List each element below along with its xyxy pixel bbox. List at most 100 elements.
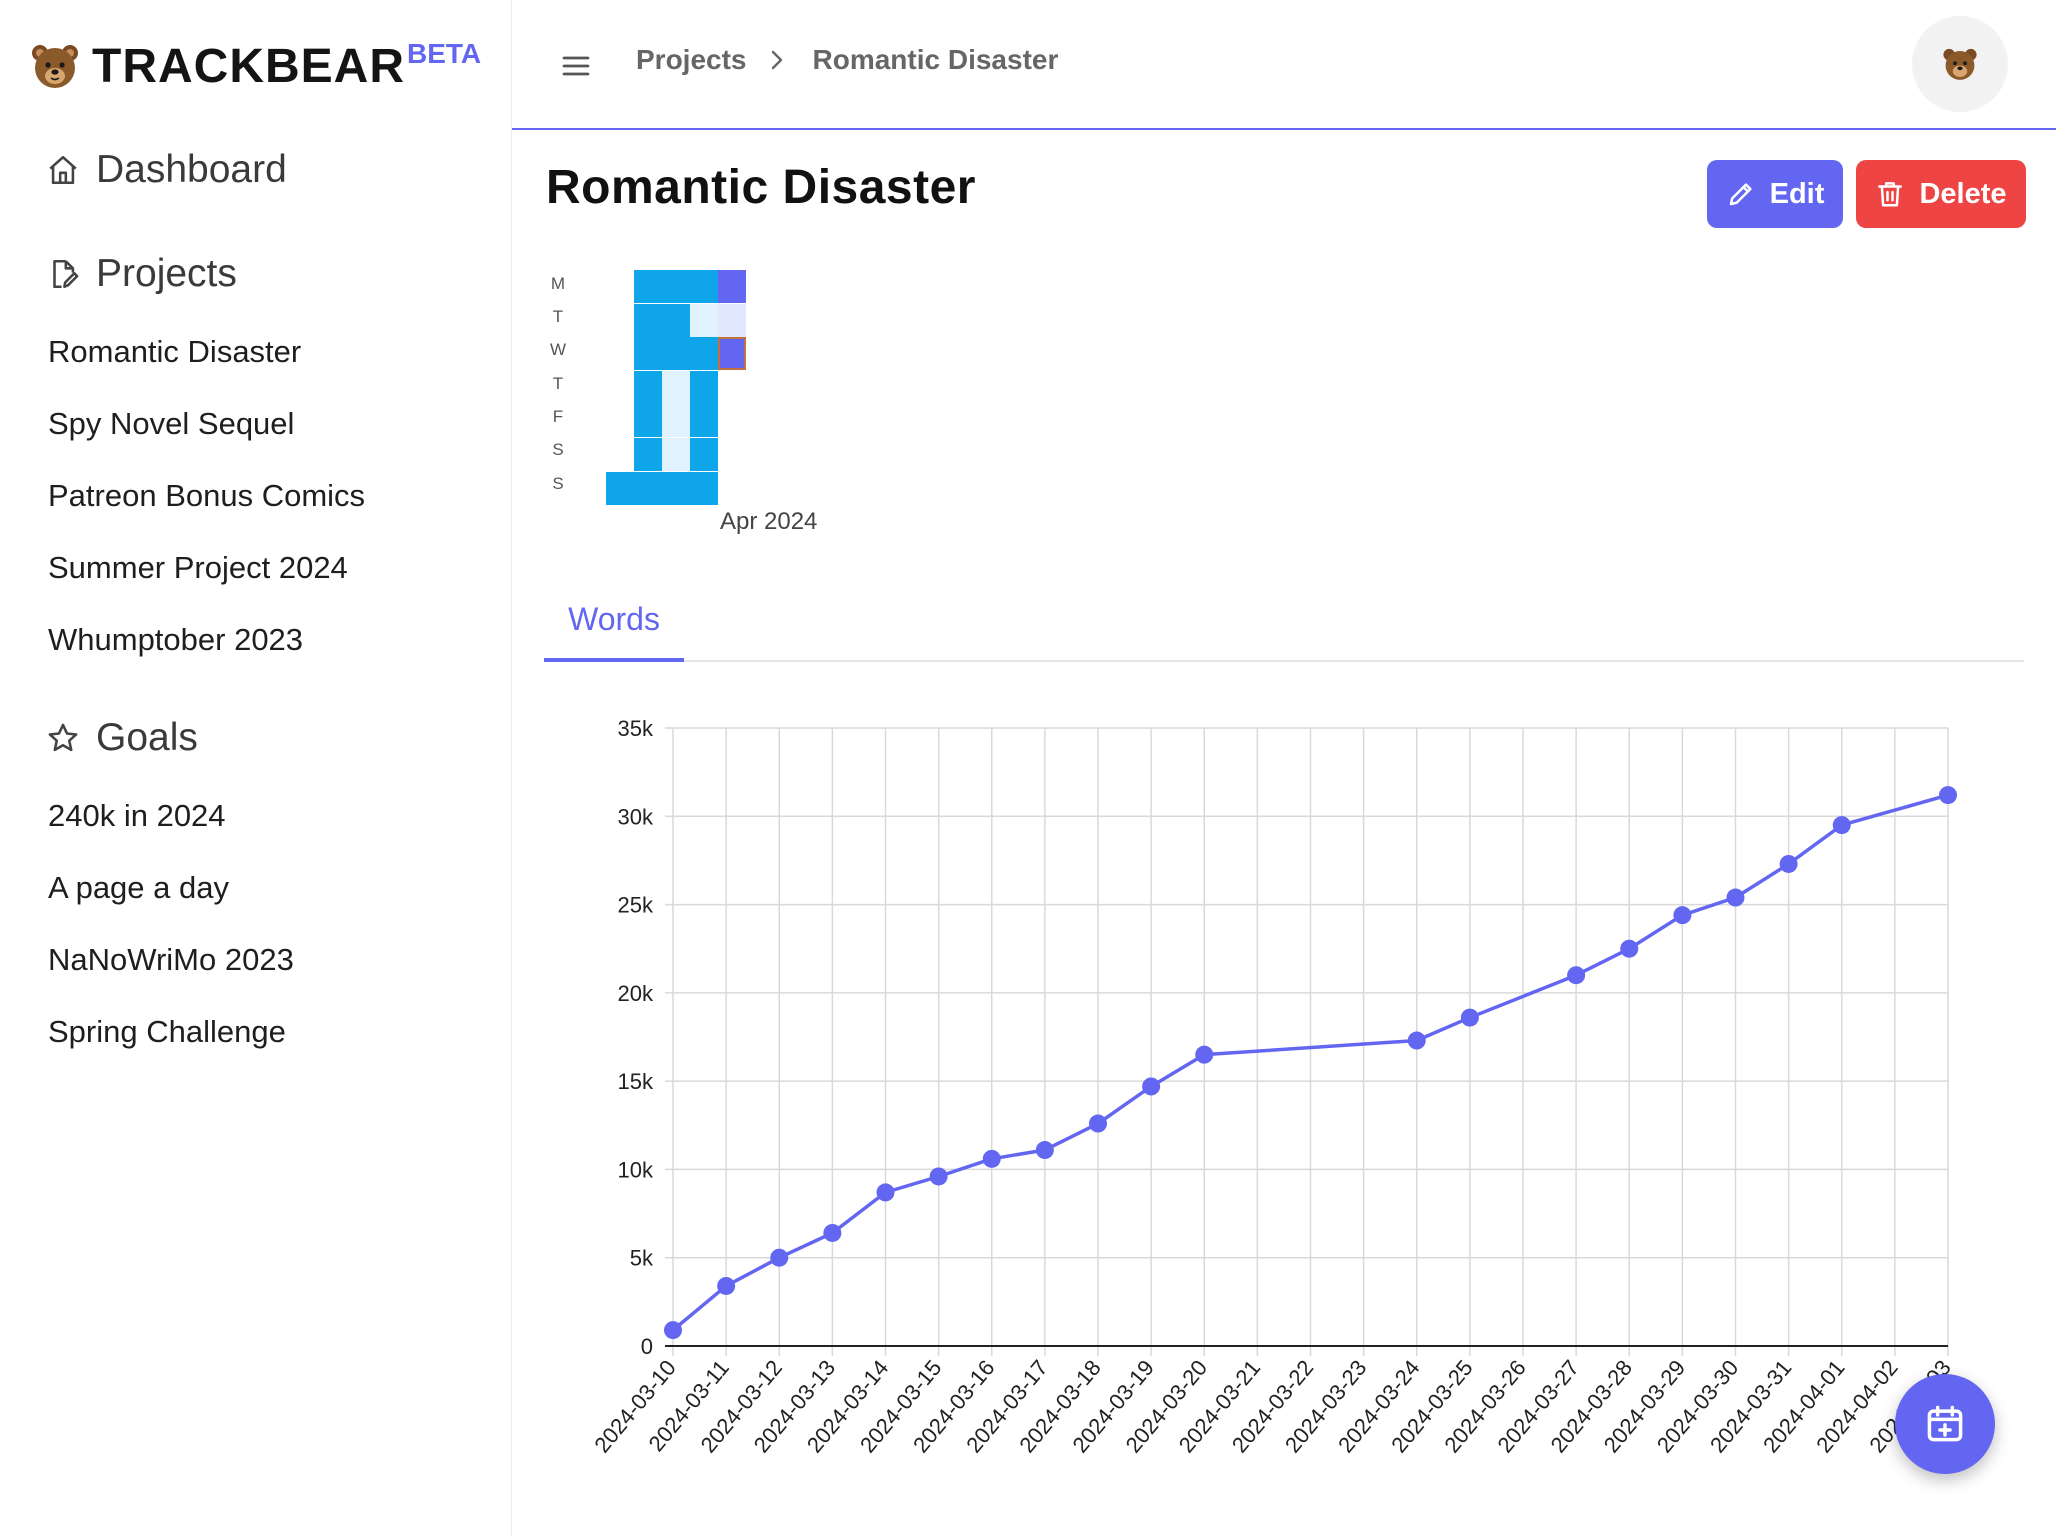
add-entry-button[interactable] [1895,1374,1995,1474]
heatmap-cell[interactable] [718,270,746,303]
data-point [929,1167,948,1186]
data-point [1567,966,1586,985]
nav-projects-label: Projects [96,252,237,295]
heatmap-cell[interactable] [662,404,690,437]
heatmap-day-label: S [552,474,564,493]
heatmap-cell[interactable] [634,438,662,471]
nav-goals-label: Goals [96,716,198,759]
sidebar-item-project[interactable]: Summer Project 2024 [48,550,348,586]
y-tick-label: 35k [618,716,654,741]
avatar[interactable] [1912,16,2008,112]
heatmap-cell[interactable] [662,472,690,505]
calendar-plus-icon [1927,1405,1963,1442]
heatmap-cell[interactable] [634,371,662,404]
heatmap-cell[interactable] [662,337,690,370]
heatmap-cell[interactable] [690,371,718,404]
sidebar-item-goal[interactable]: A page a day [48,870,229,906]
chevron-right-icon [771,50,782,70]
y-tick-label: 15k [618,1069,654,1094]
brand-name: TRACKBEAR [92,39,405,93]
heatmap-cell[interactable] [662,304,690,337]
heatmap-cell[interactable] [690,270,718,303]
breadcrumb: Projects Romantic Disaster [636,44,1058,76]
data-point [1035,1141,1054,1160]
sidebar-item-project[interactable]: Whumptober 2023 [48,622,303,658]
delete-button[interactable]: Delete [1856,160,2026,228]
tab-bar: Words [544,580,2024,662]
data-point [1195,1045,1214,1064]
brand-logo[interactable]: TRACKBEAR BETA [30,36,481,96]
nav-dashboard[interactable]: Dashboard [46,148,287,192]
file-edit-icon [53,259,79,289]
heatmap-cell[interactable] [718,304,746,337]
data-point [982,1149,1001,1168]
y-tick-label: 0 [641,1334,653,1359]
edit-button[interactable]: Edit [1707,160,1843,228]
nav-goals[interactable]: Goals [46,716,198,760]
bear-logo-icon [32,45,78,88]
sidebar-item-goal[interactable]: Spring Challenge [48,1014,286,1050]
heatmap-cell[interactable] [690,304,718,337]
heatmap-cell[interactable] [690,404,718,437]
pencil-icon [1729,183,1752,206]
data-point [770,1248,789,1267]
heatmap-cell[interactable] [634,304,662,337]
data-point [1726,888,1745,907]
data-point [1142,1077,1161,1096]
beta-badge: BETA [406,38,482,69]
page-title: Romantic Disaster [546,161,976,214]
data-point [1620,939,1639,958]
data-point [1460,1008,1479,1027]
heatmap-day-label: M [550,274,566,293]
delete-button-label: Delete [1919,177,2007,210]
heatmap-cell-today[interactable] [718,337,746,370]
bear-avatar-icon [1943,48,1977,80]
y-tick-label: 30k [618,804,654,829]
heatmap-cell[interactable] [690,438,718,471]
heatmap-cell[interactable] [690,337,718,370]
data-point [664,1321,682,1340]
heatmap-cell[interactable] [634,337,662,370]
sidebar-item-project[interactable]: Patreon Bonus Comics [48,478,365,514]
sidebar-item-goal[interactable]: NaNoWriMo 2023 [48,942,294,978]
data-point [1407,1031,1426,1050]
trash-icon [1878,182,1903,207]
tab-words[interactable]: Words [544,580,684,662]
heatmap-day-label: F [552,407,564,426]
data-point [1939,786,1957,805]
data-point [876,1183,895,1202]
heatmap-cell[interactable] [634,270,662,303]
edit-button-label: Edit [1769,177,1825,210]
heatmap-cell[interactable] [662,438,690,471]
sidebar-item-project[interactable]: Spy Novel Sequel [48,406,294,442]
heatmap-cell[interactable] [662,270,690,303]
activity-heatmap: M T W T F S S Apr 2024 [540,264,860,544]
nav-projects[interactable]: Projects [46,252,237,296]
heatmap-cell[interactable] [634,404,662,437]
star-icon [48,723,78,752]
breadcrumb-projects[interactable]: Projects [636,44,747,76]
y-tick-label: 20k [618,981,654,1006]
heatmap-month-label: Apr 2024 [720,508,818,535]
nav-dashboard-label: Dashboard [96,148,287,191]
breadcrumb-current: Romantic Disaster [812,44,1059,75]
heatmap-cell[interactable] [634,472,662,505]
home-icon [49,155,77,185]
heatmap-cell[interactable] [690,472,718,505]
heatmap-day-label: W [549,340,567,359]
heatmap-cell[interactable] [606,472,634,505]
data-point [823,1223,842,1242]
heatmap-day-label: T [552,374,564,393]
data-point [1673,906,1692,925]
sidebar-item-project[interactable]: Romantic Disaster [48,334,301,370]
top-bar: Projects Romantic Disaster [512,0,2056,130]
sidebar-item-goal[interactable]: 240k in 2024 [48,798,226,834]
heatmap-day-label: S [552,440,564,459]
data-point [1089,1114,1107,1133]
heatmap-day-label: T [552,307,564,326]
words-chart: 05k10k15k20k25k30k35k2024-03-102024-03-1… [589,716,1957,1457]
menu-icon[interactable] [560,50,592,82]
data-point [717,1276,736,1295]
heatmap-cell[interactable] [662,371,690,404]
y-tick-label: 5k [630,1246,654,1271]
